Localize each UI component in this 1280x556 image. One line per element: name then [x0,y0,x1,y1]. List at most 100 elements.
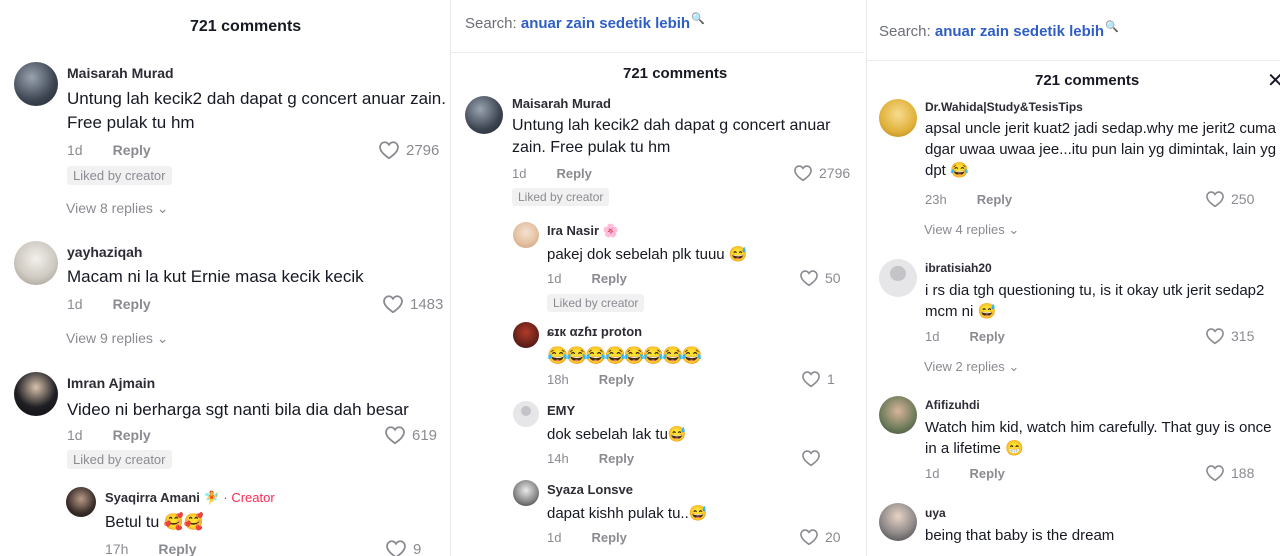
comment-time: 1d [67,142,83,158]
like-button[interactable]: 1483 [382,294,443,314]
like-count: 9 [413,540,422,556]
view-replies-button[interactable]: View 2 replies ⌄ [924,359,1019,375]
comment-username[interactable]: Syaqirra Amani [105,490,200,505]
comment-text: pakej dok sebelah plk tuuu 😅 [547,246,748,263]
comment-text: dapat kishh pulak tu..😅 [547,505,708,522]
like-button[interactable]: 188 [1205,464,1254,482]
close-icon[interactable]: ✕ [1267,68,1280,93]
comment-text: apsal uncle jerit kuat2 jadi sedap.why m… [925,120,1277,179]
avatar[interactable] [513,222,539,248]
avatar[interactable] [879,259,917,297]
comment-meta: 23h Reply [925,192,1012,207]
reply-button[interactable]: Reply [969,466,1004,481]
avatar[interactable] [879,503,917,541]
heart-icon [386,540,406,556]
avatar[interactable] [513,322,539,348]
like-button[interactable]: 9 [385,539,421,556]
comment-time: 1d [925,466,940,481]
search-icon[interactable]: 🔍 [1105,21,1119,33]
like-count: 2796 [819,165,851,181]
like-button[interactable]: 619 [384,425,437,445]
comment-meta: 1d Reply [925,329,1005,344]
comment-time: 17h [105,541,129,556]
reply-button[interactable]: Reply [599,451,634,466]
comment-time: 1d [67,296,83,312]
comment-text: i rs dia tgh questioning tu, is it okay … [925,282,1265,320]
like-button[interactable] [801,449,827,467]
comment-username[interactable]: Maisarah Murad [512,96,611,111]
avatar[interactable] [513,480,539,506]
view-replies-button[interactable]: View 4 replies ⌄ [924,222,1019,238]
avatar[interactable] [14,62,58,106]
reply-button[interactable]: Reply [113,296,151,312]
like-button[interactable]: 2796 [793,164,850,182]
like-button[interactable]: 20 [799,528,841,546]
avatar[interactable] [14,372,58,416]
comment-username[interactable]: ɕɪк αzɦɪ proton [547,324,642,339]
search-icon[interactable]: 🔍 [691,13,705,25]
search-label: Search: [465,15,517,32]
comment-text: 😂😂😂😂😂😂😂😂 [547,346,702,365]
like-button[interactable]: 2796 [378,140,439,160]
comment-username[interactable]: Dr.Wahida|Study&TesisTips [925,100,1083,114]
comment-username[interactable]: ibratisiah20 [925,261,992,275]
reply-button[interactable]: Reply [113,142,151,158]
comment-username[interactable]: Afifizuhdi [925,398,980,412]
reply-button[interactable]: Reply [591,271,626,286]
avatar[interactable] [513,401,539,427]
like-button[interactable]: 315 [1205,327,1254,345]
avatar[interactable] [879,99,917,137]
like-button[interactable]: 250 [1205,190,1254,208]
like-count: 2796 [406,141,440,159]
comment-username[interactable]: Maisarah Murad [67,65,174,81]
like-count: 250 [1231,191,1255,207]
heart-icon [800,270,818,287]
comment-username[interactable]: Imran Ajmain [67,375,155,391]
heart-icon [379,141,399,160]
search-query[interactable]: anuar zain sedetik lebih [521,15,690,32]
search-header[interactable]: Search: anuar zain sedetik lebih🔍 [465,12,705,32]
comment-meta: 17h Reply [105,541,196,556]
avatar[interactable] [879,396,917,434]
heart-icon [1206,465,1224,482]
search-query[interactable]: anuar zain sedetik lebih [935,23,1104,40]
comments-count-title: 721 comments [1035,72,1140,89]
view-replies-button[interactable]: View 8 replies ⌄ [66,200,169,217]
comment-meta: 1d Reply [67,142,151,158]
chevron-down-icon: ⌄ [1008,359,1020,374]
liked-by-creator-badge: Liked by creator [67,166,172,185]
reply-button[interactable]: Reply [969,329,1004,344]
chevron-down-icon: ⌄ [156,200,169,216]
comment-time: 1d [547,271,562,286]
comments-count-title: 721 comments [190,18,302,35]
avatar[interactable] [66,487,96,517]
search-header[interactable]: Search: anuar zain sedetik lebih🔍 [879,20,1119,40]
avatar[interactable] [14,241,58,285]
reply-button[interactable]: Reply [591,530,626,545]
heart-icon [1206,191,1224,208]
reply-button[interactable]: Reply [158,541,196,556]
comment-username[interactable]: uya [925,506,946,520]
comment-username[interactable]: Ira Nasir 🌸 [547,223,619,239]
comment-text: Untung lah kecik2 dah dapat g concert an… [67,89,446,132]
reply-button[interactable]: Reply [113,427,151,443]
comment-meta: 1d Reply [67,296,151,312]
view-replies-button[interactable]: View 9 replies ⌄ [66,330,169,347]
reply-button[interactable]: Reply [599,372,634,387]
comment-time: 1d [925,329,940,344]
comment-text: Watch him kid, watch him carefully. That… [925,419,1272,457]
heart-icon [385,426,405,445]
like-button[interactable]: 50 [799,269,841,287]
comment-username[interactable]: EMY [547,403,575,418]
reply-button[interactable]: Reply [556,166,591,181]
reply-button[interactable]: Reply [977,192,1012,207]
comments-panel-2: Search: anuar zain sedetik lebih🔍 721 co… [450,0,864,556]
comment-username[interactable]: Syaza Lonsve [547,482,633,497]
comment-username[interactable]: yayhaziqah [67,244,142,260]
avatar[interactable] [465,96,503,134]
creator-badge: Creator [231,490,275,505]
fairy-emoji: 🧚 [203,490,220,505]
comments-count-title: 721 comments [623,65,728,82]
like-button[interactable]: 1 [801,370,835,388]
comment-text: Untung lah kecik2 dah dapat g concert an… [512,117,831,157]
